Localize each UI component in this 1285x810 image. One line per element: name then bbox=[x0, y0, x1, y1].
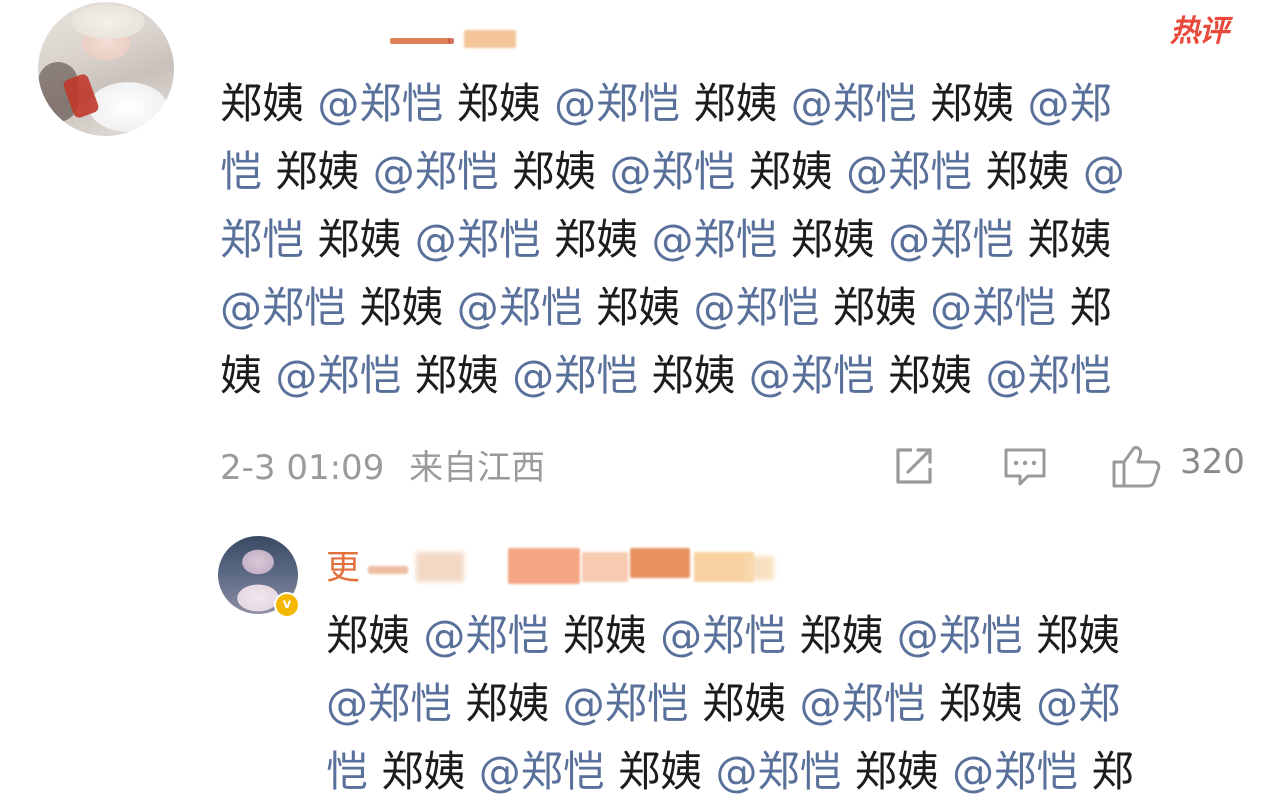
mention-link[interactable]: @郑 bbox=[1023, 679, 1120, 728]
text-segment: 郑姨 bbox=[317, 215, 402, 264]
username-redacted bbox=[582, 552, 628, 582]
mention-link[interactable]: @郑恺 bbox=[499, 351, 652, 400]
text-segment: 姨 bbox=[220, 351, 263, 400]
comment-body: 郑姨 @郑恺 郑姨 @郑恺 郑姨 @郑恺 郑姨 @郑恺 郑姨 @郑恺 郑姨 @郑… bbox=[220, 70, 1230, 410]
mention-link[interactable]: @郑恺 bbox=[735, 351, 888, 400]
mention-link[interactable]: @郑恺 bbox=[638, 215, 791, 264]
mention-link[interactable]: @郑恺 bbox=[972, 351, 1112, 400]
mention-link[interactable]: @郑恺 bbox=[359, 147, 512, 196]
username-redacted bbox=[448, 38, 454, 44]
text-line: @郑恺 郑姨 @郑恺 郑姨 @郑恺 郑姨 @郑恺 郑 bbox=[220, 274, 1230, 342]
text-segment: 郑 bbox=[1091, 747, 1134, 796]
text-line: @郑恺 郑姨 @郑恺 郑姨 @郑恺 郑姨 @郑 bbox=[326, 670, 1226, 738]
username-redacted bbox=[390, 38, 450, 44]
username-redacted bbox=[416, 552, 464, 582]
text-segment: 郑姨 bbox=[512, 147, 597, 196]
text-segment: 郑姨 bbox=[790, 215, 875, 264]
mention-link[interactable]: @郑恺 bbox=[833, 147, 986, 196]
text-segment: 郑姨 bbox=[1027, 215, 1112, 264]
text-segment: 郑姨 bbox=[456, 79, 541, 128]
text-segment: 郑姨 bbox=[326, 611, 411, 660]
text-segment: 郑姨 bbox=[888, 351, 973, 400]
weibo-comment-screen: 热评 郑姨 @郑恺 郑姨 @郑恺 郑姨 @郑恺 郑姨 @郑恺 郑姨 @郑恺 郑姨… bbox=[0, 0, 1285, 810]
text-segment: 郑姨 bbox=[414, 351, 499, 400]
text-segment: 郑姨 bbox=[832, 283, 917, 332]
username-redacted bbox=[464, 30, 516, 48]
mention-link[interactable]: @郑恺 bbox=[326, 679, 465, 728]
text-segment: 郑姨 bbox=[930, 79, 1015, 128]
text-segment: 郑姨 bbox=[465, 679, 550, 728]
mention-link[interactable]: @ bbox=[1070, 147, 1125, 196]
reply-body: 郑姨 @郑恺 郑姨 @郑恺 郑姨 @郑恺 郑姨 @郑恺 郑姨 @郑恺 郑姨 @郑恺… bbox=[326, 602, 1226, 806]
text-segment: 郑姨 bbox=[651, 351, 736, 400]
text-segment: 郑姨 bbox=[693, 79, 778, 128]
reply-username[interactable]: 更 bbox=[326, 540, 360, 589]
mention-link[interactable]: @郑恺 bbox=[262, 351, 415, 400]
mention-link[interactable]: @郑恺 bbox=[647, 611, 800, 660]
comment-icon[interactable] bbox=[1002, 444, 1048, 488]
text-line: 郑恺 郑姨 @郑恺 郑姨 @郑恺 郑姨 @郑恺 郑姨 bbox=[220, 206, 1230, 274]
text-segment: 郑姨 bbox=[1036, 611, 1121, 660]
mention-link[interactable]: @郑恺 bbox=[401, 215, 554, 264]
share-icon[interactable] bbox=[892, 444, 936, 488]
text-line: 郑姨 @郑恺 郑姨 @郑恺 郑姨 @郑恺 郑姨 bbox=[326, 602, 1226, 670]
text-segment: 郑姨 bbox=[381, 747, 466, 796]
mention-link[interactable]: 恺 bbox=[220, 147, 275, 196]
username-redacted bbox=[508, 548, 580, 584]
text-segment: 郑姨 bbox=[799, 611, 884, 660]
mention-link[interactable]: @郑恺 bbox=[786, 679, 939, 728]
text-segment: 郑姨 bbox=[359, 283, 444, 332]
username-redacted bbox=[368, 566, 408, 574]
username-redacted bbox=[744, 556, 774, 580]
avatar-hair bbox=[48, 2, 168, 62]
text-segment: 郑姨 bbox=[748, 147, 833, 196]
text-segment: 郑 bbox=[1069, 283, 1112, 332]
text-segment: 郑姨 bbox=[596, 283, 681, 332]
mention-link[interactable]: @郑恺 bbox=[304, 79, 457, 128]
text-segment: 郑姨 bbox=[618, 747, 703, 796]
mention-link[interactable]: @郑恺 bbox=[917, 283, 1070, 332]
mention-link[interactable]: @郑恺 bbox=[939, 747, 1092, 796]
mention-link[interactable]: @郑恺 bbox=[220, 283, 359, 332]
text-segment: 郑姨 bbox=[702, 679, 787, 728]
mention-link[interactable]: @郑恺 bbox=[680, 283, 833, 332]
text-segment: 郑姨 bbox=[985, 147, 1070, 196]
like-count: 320 bbox=[1180, 442, 1245, 482]
hot-comment-badge: 热评 bbox=[1170, 14, 1229, 49]
mention-link[interactable]: @郑恺 bbox=[596, 147, 749, 196]
text-segment: 郑姨 bbox=[554, 215, 639, 264]
text-line: 姨 @郑恺 郑姨 @郑恺 郑姨 @郑恺 郑姨 @郑恺 bbox=[220, 342, 1230, 410]
mention-link[interactable]: @郑恺 bbox=[443, 283, 596, 332]
mention-link[interactable]: @郑恺 bbox=[883, 611, 1036, 660]
text-segment: 郑姨 bbox=[938, 679, 1023, 728]
comment-meta: 2-3 01:09 来自江西 bbox=[220, 440, 545, 489]
commenter-avatar[interactable] bbox=[38, 2, 174, 136]
text-segment: 郑姨 bbox=[854, 747, 939, 796]
mention-link[interactable]: @郑恺 bbox=[702, 747, 855, 796]
comment-location: 来自江西 bbox=[409, 448, 546, 488]
mention-link[interactable]: @郑恺 bbox=[875, 215, 1028, 264]
comment-timestamp: 2-3 01:09 bbox=[220, 448, 385, 488]
text-line: 恺 郑姨 @郑恺 郑姨 @郑恺 郑姨 @郑恺 郑姨 @ bbox=[220, 138, 1230, 206]
mention-link[interactable]: 恺 bbox=[326, 747, 381, 796]
mention-link[interactable]: @郑恺 bbox=[549, 679, 702, 728]
mention-link[interactable]: @郑恺 bbox=[410, 611, 563, 660]
mention-link[interactable]: @郑恺 bbox=[541, 79, 694, 128]
text-segment: 郑姨 bbox=[562, 611, 647, 660]
text-line: 恺 郑姨 @郑恺 郑姨 @郑恺 郑姨 @郑恺 郑 bbox=[326, 738, 1226, 806]
mention-link[interactable]: 郑恺 bbox=[220, 215, 317, 264]
mention-link[interactable]: @郑 bbox=[1014, 79, 1112, 128]
mention-link[interactable]: @郑恺 bbox=[777, 79, 930, 128]
text-segment: 郑姨 bbox=[275, 147, 360, 196]
username-redacted bbox=[630, 548, 690, 578]
thumbs-up-icon[interactable] bbox=[1110, 444, 1162, 488]
verified-badge-icon: v bbox=[274, 592, 300, 618]
mention-link[interactable]: @郑恺 bbox=[465, 747, 618, 796]
text-segment: 郑姨 bbox=[220, 79, 305, 128]
text-line: 郑姨 @郑恺 郑姨 @郑恺 郑姨 @郑恺 郑姨 @郑 bbox=[220, 70, 1230, 138]
